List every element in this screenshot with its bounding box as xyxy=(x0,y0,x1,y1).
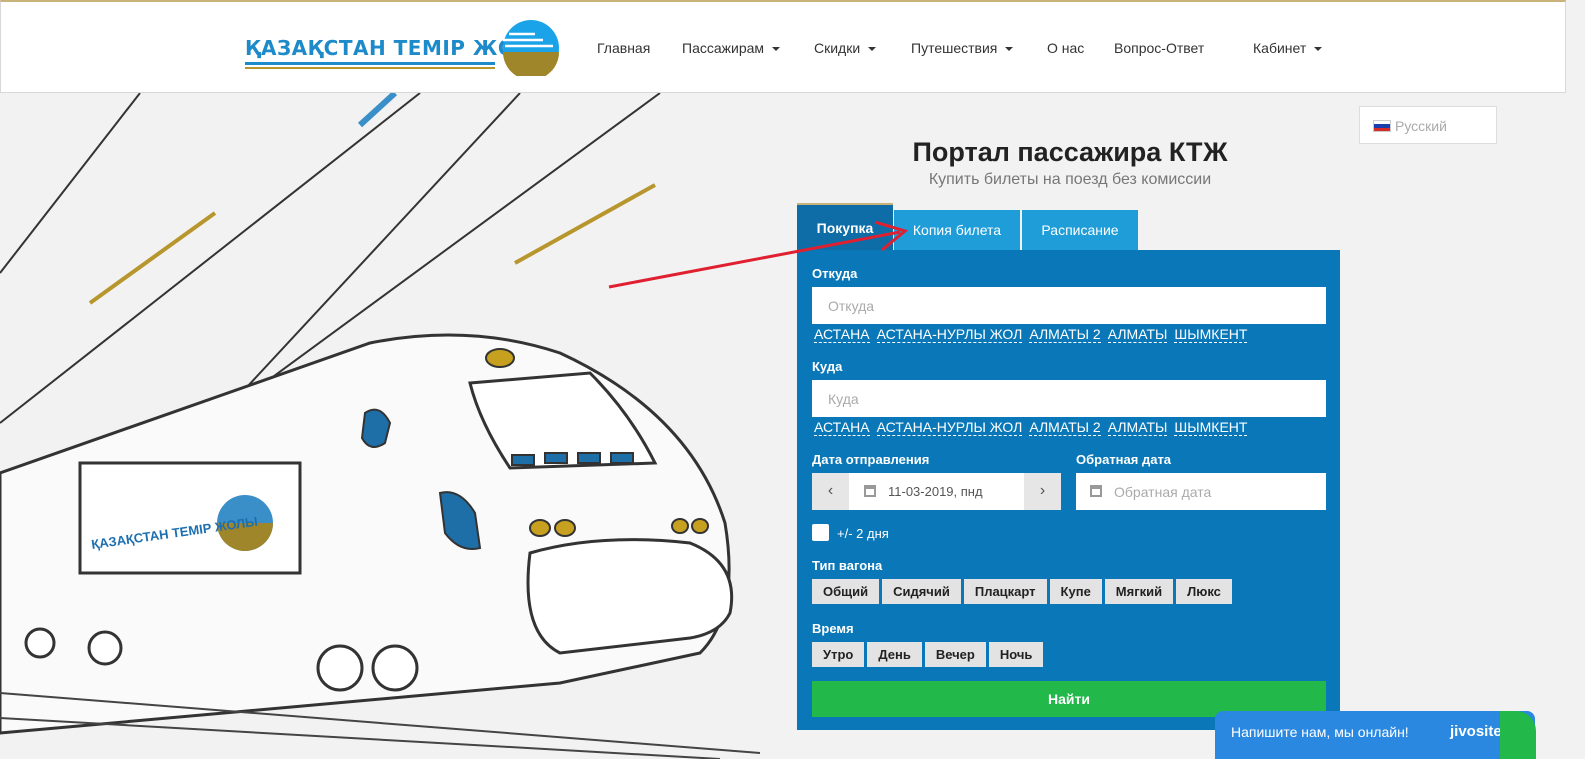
flex-dates-checkbox[interactable] xyxy=(812,524,829,541)
page-subtitle: Купить билеты на поезд без комиссии xyxy=(928,171,1212,188)
car-type-platzkart[interactable]: Плацкарт xyxy=(963,579,1047,604)
depart-date-picker: ‹ 11-03-2019, пнд › xyxy=(812,473,1061,510)
logo-underline-gold xyxy=(245,67,495,69)
from-quick-almaty[interactable]: АЛМАТЫ xyxy=(1107,326,1168,343)
return-date-label: Обратная дата xyxy=(1076,452,1172,467)
time-options: Утро День Вечер Ночь xyxy=(812,642,1046,667)
search-form: Откуда Откуда АСТАНА АСТАНА-НУРЛЫ ЖОЛ АЛ… xyxy=(797,250,1340,730)
nav-passengers[interactable]: Пассажирам xyxy=(682,40,781,56)
hero-train-illustration: ҚАЗАҚСТАН ТЕМІР ЖОЛЫ xyxy=(0,93,761,759)
nav-travel-label: Путешествия xyxy=(911,40,998,56)
chevron-right-icon[interactable]: › xyxy=(1024,473,1061,510)
chevron-left-icon[interactable]: ‹ xyxy=(812,473,849,510)
depart-date-value[interactable]: 11-03-2019, пнд xyxy=(888,484,983,499)
car-type-label: Тип вагона xyxy=(812,558,883,573)
nav-about[interactable]: О нас xyxy=(1047,40,1084,56)
depart-date-label: Дата отправления xyxy=(812,452,930,467)
return-date-input[interactable]: Обратная дата xyxy=(1076,473,1326,510)
nav-cabinet-label: Кабинет xyxy=(1253,40,1307,56)
tab-schedule[interactable]: Расписание xyxy=(1022,210,1138,250)
car-type-soft[interactable]: Мягкий xyxy=(1104,579,1174,604)
time-label: Время xyxy=(812,621,854,636)
nav-home-label: Главная xyxy=(597,40,651,56)
nav-cabinet[interactable]: Кабинет xyxy=(1253,40,1323,56)
nav-discounts-label: Скидки xyxy=(814,40,861,56)
to-quick-astana[interactable]: АСТАНА xyxy=(814,419,870,436)
annotation-arrow-icon xyxy=(608,220,909,289)
from-quick-astana-nurly-zhol[interactable]: АСТАНА-НУРЛЫ ЖОЛ xyxy=(876,326,1023,343)
calendar-icon xyxy=(864,485,876,497)
car-type-general[interactable]: Общий xyxy=(812,579,880,604)
site-header: ҚАЗАҚСТАН ТЕМІР ЖОЛЫ Главная Пассажирам … xyxy=(0,0,1566,93)
car-type-lux[interactable]: Люкс xyxy=(1176,579,1232,604)
nav-home[interactable]: Главная xyxy=(597,40,650,56)
from-quick-astana[interactable]: АСТАНА xyxy=(814,326,870,343)
nav-passengers-label: Пассажирам xyxy=(682,40,765,56)
time-morning[interactable]: Утро xyxy=(812,642,865,667)
nav-faq[interactable]: Вопрос-Ответ xyxy=(1114,40,1204,56)
language-select[interactable]: Русский xyxy=(1359,106,1497,144)
nav-discounts[interactable]: Скидки xyxy=(814,40,877,56)
to-quick-almaty-2[interactable]: АЛМАТЫ 2 xyxy=(1029,419,1101,436)
to-input[interactable]: Куда xyxy=(812,380,1326,417)
nav-about-label: О нас xyxy=(1047,40,1085,56)
to-quick-shymkent[interactable]: ШЫМКЕНТ xyxy=(1174,419,1248,436)
car-type-options: Общий Сидячий Плацкарт Купе Мягкий Люкс xyxy=(812,579,1235,604)
car-type-coupe[interactable]: Купе xyxy=(1049,579,1102,604)
from-quick-shymkent[interactable]: ШЫМКЕНТ xyxy=(1174,326,1248,343)
to-quick-stations: АСТАНА АСТАНА-НУРЛЫ ЖОЛ АЛМАТЫ 2 АЛМАТЫ … xyxy=(814,419,1254,436)
chat-bubble-icon[interactable] xyxy=(1500,711,1536,759)
chat-widget[interactable]: Напишите нам, мы онлайн! jivosite xyxy=(1215,711,1535,759)
to-label: Куда xyxy=(812,359,843,374)
car-type-seated[interactable]: Сидячий xyxy=(882,579,961,604)
ktzh-logo[interactable]: ҚАЗАҚСТАН ТЕМІР ЖОЛЫ xyxy=(245,20,565,80)
page-title: Портал пассажира КТЖ xyxy=(912,137,1228,167)
calendar-icon xyxy=(1090,485,1102,497)
chat-text: Напишите нам, мы онлайн! xyxy=(1231,724,1409,740)
from-quick-almaty-2[interactable]: АЛМАТЫ 2 xyxy=(1029,326,1101,343)
nav-travel[interactable]: Путешествия xyxy=(911,40,1014,56)
caret-down-icon xyxy=(1314,47,1323,52)
caret-down-icon xyxy=(1005,47,1014,52)
chat-brand: jivosite xyxy=(1450,723,1502,740)
language-label: Русский xyxy=(1395,118,1447,134)
nav-faq-label: Вопрос-Ответ xyxy=(1114,40,1205,56)
return-date-placeholder: Обратная дата xyxy=(1114,484,1212,500)
logo-underline xyxy=(245,62,495,65)
caret-down-icon xyxy=(772,47,781,52)
time-night[interactable]: Ночь xyxy=(988,642,1044,667)
to-quick-astana-nurly-zhol[interactable]: АСТАНА-НУРЛЫ ЖОЛ xyxy=(876,419,1023,436)
time-evening[interactable]: Вечер xyxy=(924,642,986,667)
logo-emblem-icon xyxy=(503,20,559,76)
from-quick-stations: АСТАНА АСТАНА-НУРЛЫ ЖОЛ АЛМАТЫ 2 АЛМАТЫ … xyxy=(814,326,1254,343)
caret-down-icon xyxy=(868,47,877,52)
time-day[interactable]: День xyxy=(867,642,922,667)
to-quick-almaty[interactable]: АЛМАТЫ xyxy=(1107,419,1168,436)
flex-dates-label: +/- 2 дня xyxy=(837,526,889,541)
flag-ru-icon xyxy=(1373,120,1391,132)
